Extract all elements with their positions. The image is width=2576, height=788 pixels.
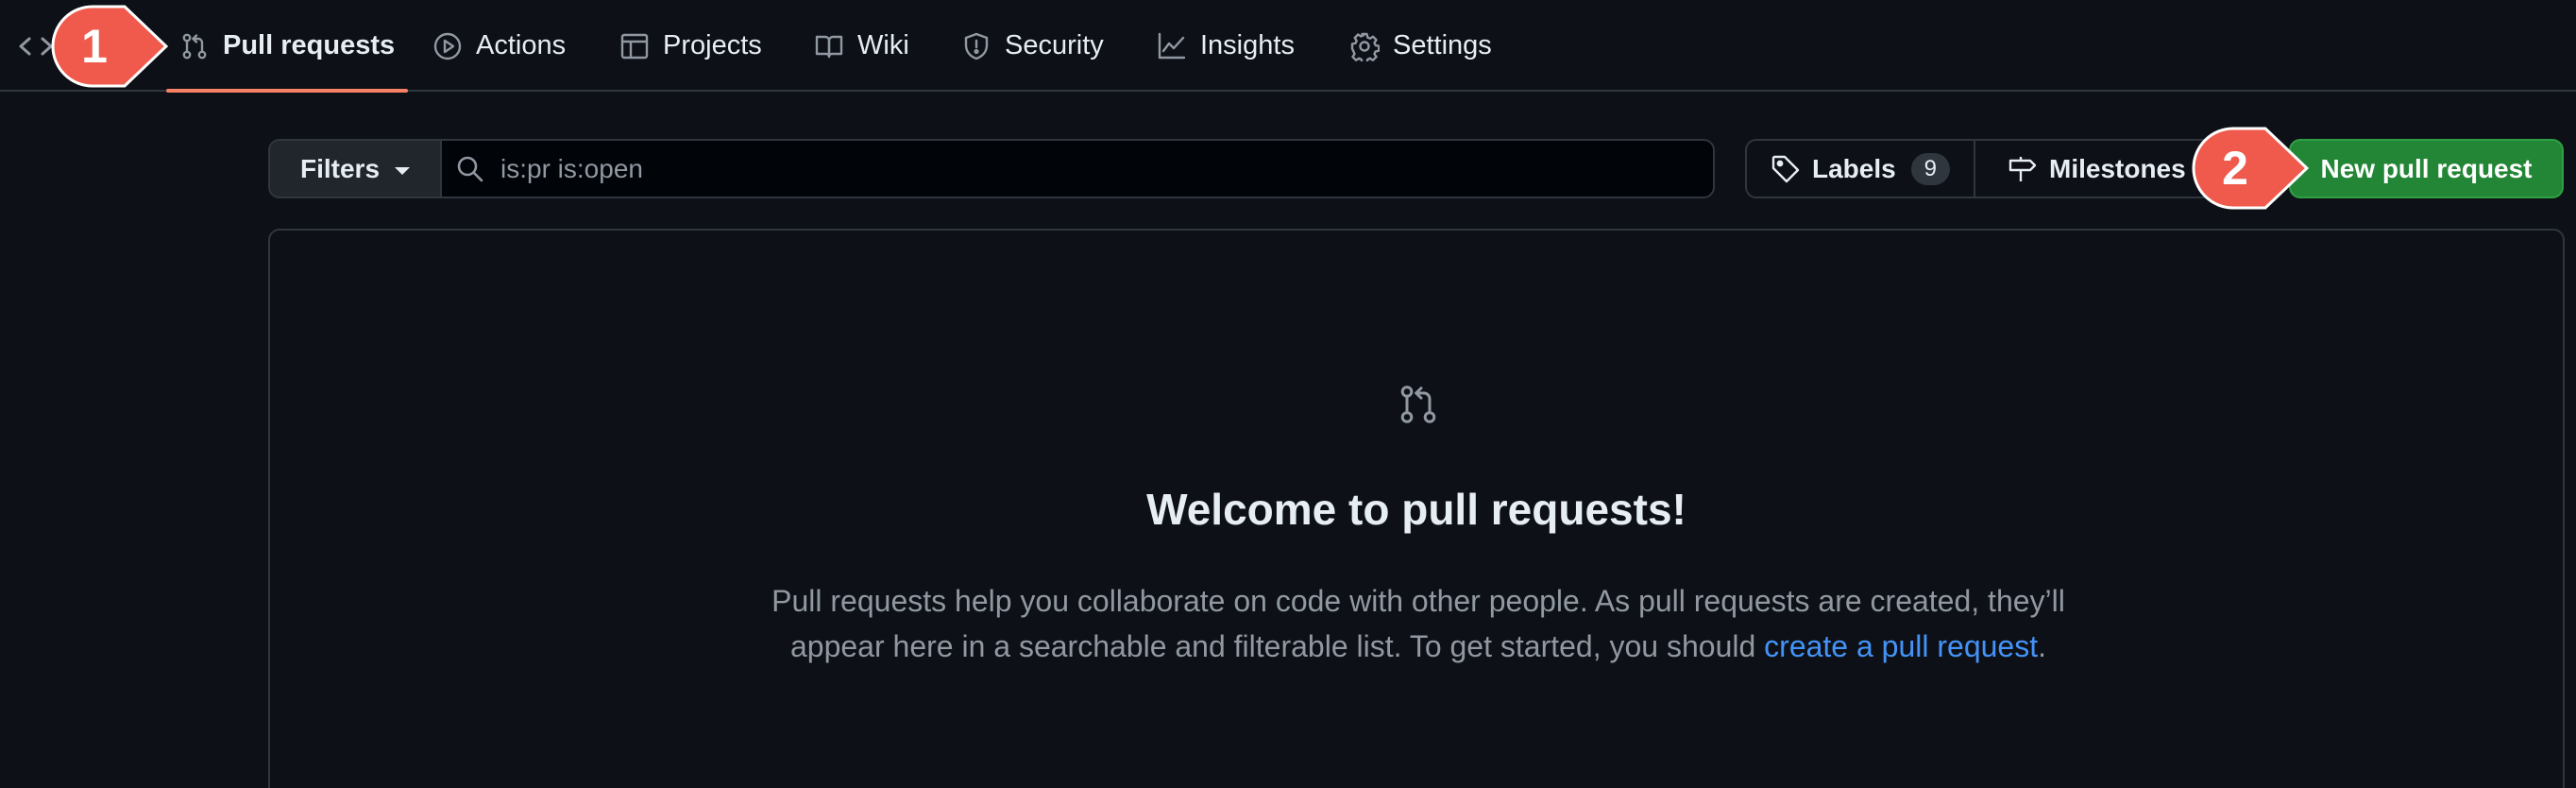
tab-settings[interactable]: Settings [1349,0,1492,92]
description-end: . [2038,629,2046,663]
git-pull-request-icon [182,33,207,59]
pull-requests-blankslate: Welcome to pull requests! Pull requests … [268,229,2565,788]
tab-label: Projects [663,30,762,60]
labels-label: Labels [1811,153,1896,183]
tab-actions[interactable]: Actions [432,0,566,92]
code-icon[interactable] [17,31,55,61]
new-pr-label: New pull request [2320,153,2533,183]
book-icon [815,35,843,58]
step-marker-2: 2 [2192,127,2309,210]
graph-icon [1158,32,1186,59]
table-icon [620,33,649,59]
search-bar[interactable] [440,139,1715,198]
search-input[interactable] [500,153,1634,184]
filters-button[interactable]: Filters [268,139,440,198]
step-marker-1: 1 [51,5,168,88]
search-icon [457,156,483,181]
tab-label: Pull requests [223,30,396,60]
marker-number: 2 [2222,142,2248,195]
milestone-icon [2008,156,2037,181]
milestones-label: Milestones [2049,153,2186,183]
create-pull-request-link[interactable]: create a pull request [1764,629,2038,663]
blankslate-description: Pull requests help you collaborate on co… [771,578,2066,669]
selected-tab-underline [166,89,409,93]
milestones-button[interactable]: Milestones [1975,139,2221,198]
marker-number: 1 [81,20,108,73]
git-pull-request-icon [1400,385,1436,423]
blankslate-title: Welcome to pull requests! [1146,485,1686,534]
tab-pull-requests[interactable]: Pull requests [166,0,409,93]
new-pull-request-button[interactable]: New pull request [2289,139,2564,198]
repo-nav: Pull requests Actions Projects Wiki Secu… [0,0,2576,93]
shield-icon [964,32,989,60]
play-icon [433,32,462,60]
tab-label: Wiki [857,30,909,60]
labels-button[interactable]: Labels 9 [1745,139,1975,198]
tab-label: Insights [1200,30,1295,60]
tab-wiki[interactable]: Wiki [814,0,909,92]
tab-label: Security [1005,30,1104,60]
gear-icon [1350,32,1380,61]
tab-insights[interactable]: Insights [1157,0,1295,92]
tab-label: Actions [476,30,567,60]
caret-down-icon [395,166,411,175]
tab-security[interactable]: Security [961,0,1104,92]
labels-count-badge: 9 [1910,152,1951,185]
filters-label: Filters [299,153,381,183]
tag-icon [1771,155,1800,182]
tab-label: Settings [1393,30,1492,60]
tab-projects[interactable]: Projects [619,0,762,92]
